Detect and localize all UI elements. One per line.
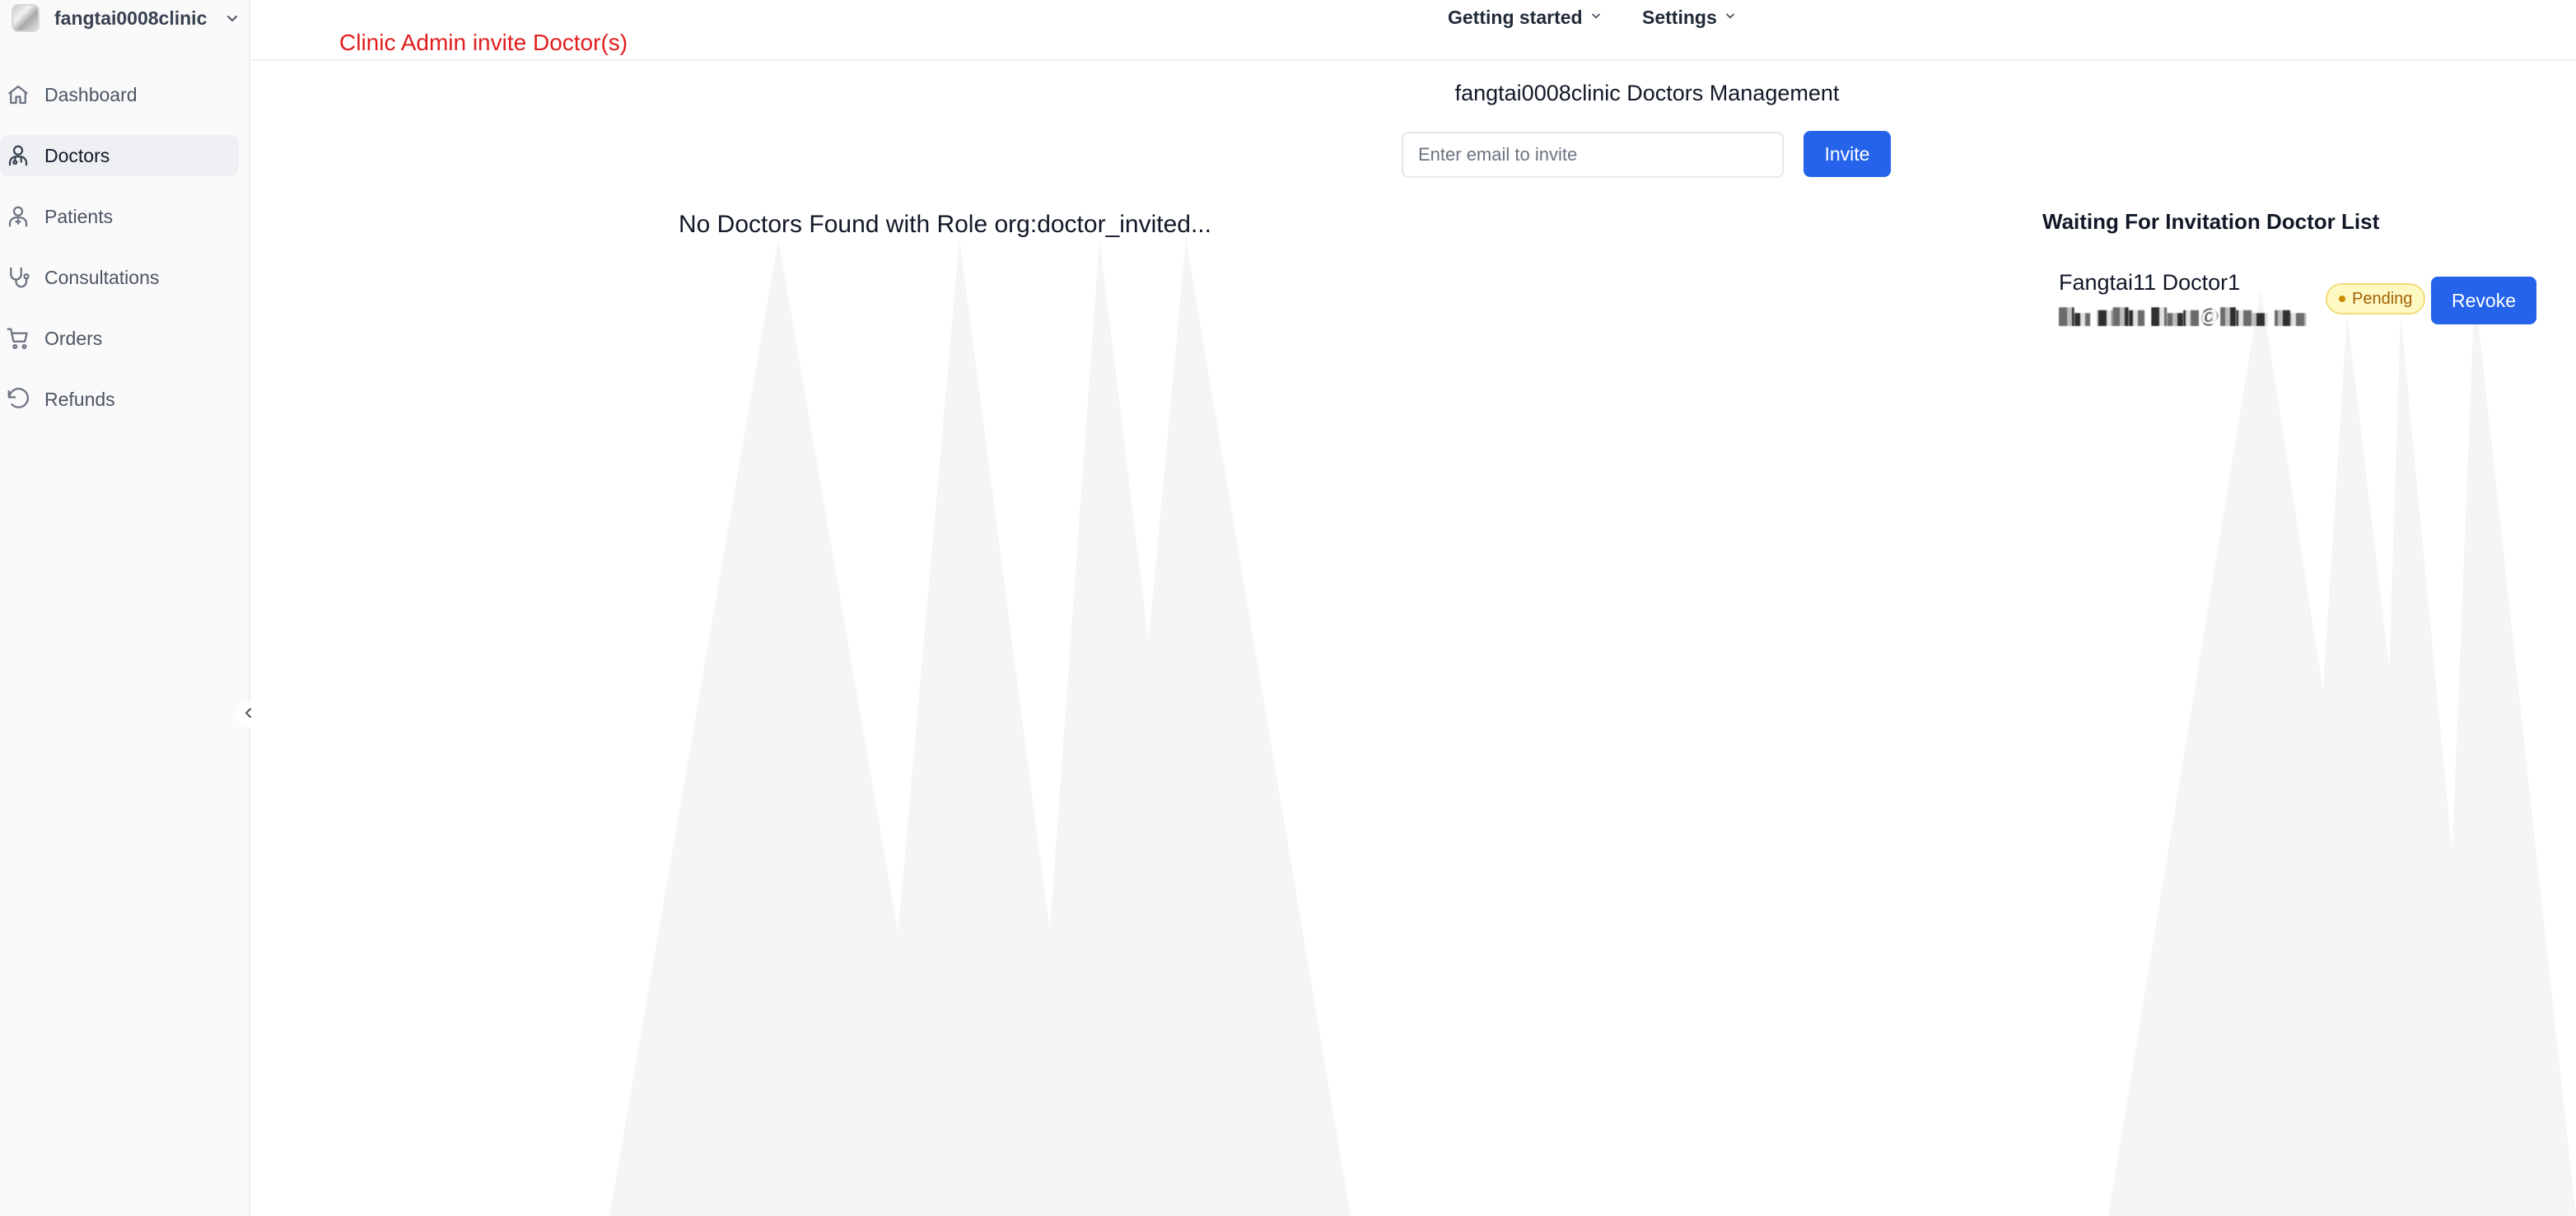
status-badge-label: Pending: [2352, 289, 2413, 308]
settings-label: Settings: [1642, 6, 1717, 28]
sidebar-nav: Dashboard Doctors Patients Consultations: [0, 74, 247, 440]
list-item: Fangtai11 Doctor1 ▇▅ ▆▇▆ ▇▅▆@▇▆▅ ▆▅ Pend…: [2042, 263, 2536, 338]
getting-started-menu[interactable]: Getting started: [1448, 5, 1603, 30]
status-badge: Pending: [2326, 283, 2426, 314]
sidebar-item-label: Orders: [44, 327, 103, 349]
sidebar-item-orders[interactable]: Orders: [0, 318, 239, 359]
sidebar-item-label: Dashboard: [44, 83, 138, 105]
chevron-down-icon: [1589, 9, 1603, 26]
sidebar-item-consultations[interactable]: Consultations: [0, 257, 239, 298]
background-decoration: [0, 239, 2576, 1216]
status-dot-icon: [2339, 296, 2345, 302]
sidebar-item-label: Consultations: [44, 266, 160, 288]
org-logo: [12, 4, 40, 32]
doctor-icon: [5, 142, 31, 169]
patient-icon: [5, 203, 31, 230]
page-title: fangtai0008clinic Doctors Management: [1454, 81, 1840, 105]
org-switcher[interactable]: fangtai0008clinic: [12, 2, 243, 35]
empty-doctors-message: No Doctors Found with Role org:doctor_in…: [679, 211, 1211, 238]
settings-menu[interactable]: Settings: [1642, 5, 1737, 30]
app-root: fangtai0008clinic Dashboard Doctors Pati…: [0, 0, 2576, 1216]
sidebar-item-refunds[interactable]: Refunds: [0, 379, 239, 420]
org-name: fangtai0008clinic: [54, 7, 208, 29]
sidebar-item-label: Patients: [44, 205, 114, 227]
invite-email-input[interactable]: [1402, 132, 1784, 178]
sidebar-item-doctors[interactable]: Doctors: [0, 135, 239, 176]
sidebar-item-label: Doctors: [44, 144, 110, 166]
waiting-list-title: Waiting For Invitation Doctor List: [2042, 209, 2380, 234]
sidebar-item-dashboard[interactable]: Dashboard: [0, 74, 239, 115]
home-icon: [5, 82, 31, 108]
undo-icon: [5, 386, 31, 412]
chevron-left-icon: [240, 705, 257, 725]
invite-button[interactable]: Invite: [1804, 131, 1891, 177]
sidebar-item-label: Refunds: [44, 388, 115, 410]
stethoscope-icon: [5, 264, 31, 291]
chevron-down-icon: [222, 7, 243, 29]
doctor-email: ▇▅ ▆▇▆ ▇▅▆@▇▆▅ ▆▅: [2059, 305, 2312, 328]
doctor-name: Fangtai11 Doctor1: [2059, 270, 2241, 295]
sidebar-item-patients[interactable]: Patients: [0, 196, 239, 237]
revoke-button[interactable]: Revoke: [2431, 277, 2536, 324]
annotation-caption: Clinic Admin invite Doctor(s): [339, 30, 628, 55]
cart-icon: [5, 325, 31, 352]
getting-started-label: Getting started: [1448, 6, 1583, 28]
collapse-sidebar-button[interactable]: [236, 701, 262, 728]
sidebar: fangtai0008clinic Dashboard Doctors Pati…: [0, 0, 262, 1216]
chevron-down-icon: [1724, 9, 1737, 26]
